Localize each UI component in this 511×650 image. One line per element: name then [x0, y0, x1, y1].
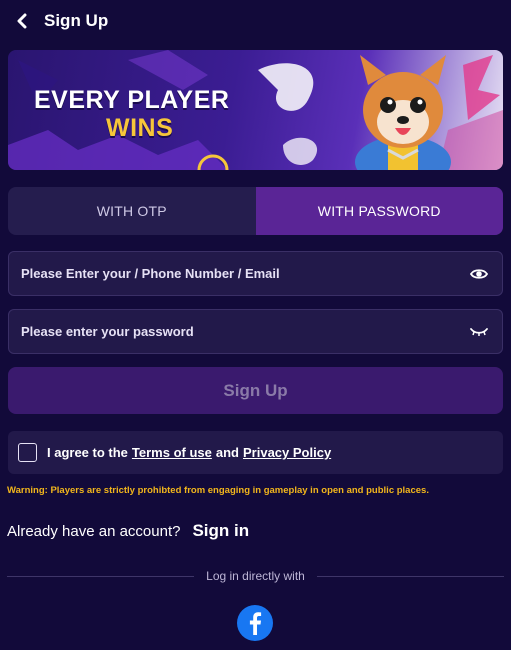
agree-checkbox[interactable] — [18, 443, 37, 462]
eye-icon[interactable] — [468, 266, 490, 282]
agree-prefix: I agree to the — [47, 445, 128, 460]
back-button[interactable] — [12, 11, 32, 31]
privacy-policy-link[interactable]: Privacy Policy — [243, 445, 331, 460]
banner-headline: EVERY PLAYER — [34, 86, 230, 114]
warning-text: Warning: Players are strictly prohibted … — [7, 485, 429, 496]
account-prompt-text: Already have an account? — [7, 522, 181, 540]
facebook-icon — [249, 612, 262, 635]
login-method-tabs: WITH OTP WITH PASSWORD — [8, 187, 503, 235]
divider-line-right — [316, 575, 504, 577]
terms-of-use-link[interactable]: Terms of use — [132, 445, 212, 460]
banner-subheadline: WINS — [106, 114, 174, 142]
tab-with-otp[interactable]: WITH OTP — [8, 187, 256, 235]
sign-in-link[interactable]: Sign in — [192, 521, 249, 541]
terms-agreement: I agree to the Terms of use and Privacy Pol… — [8, 431, 503, 474]
sign-up-button[interactable]: Sign Up — [8, 367, 503, 414]
social-divider: Log in directly with — [7, 568, 504, 584]
account-prompt: Already have an account? Sign in — [7, 521, 249, 541]
password-input[interactable] — [21, 324, 468, 339]
tab-with-password[interactable]: WITH PASSWORD — [255, 187, 503, 235]
header: Sign Up — [0, 0, 511, 42]
promo-banner[interactable]: EVERY PLAYER WINS — [8, 50, 503, 170]
agree-text: I agree to the Terms of use and Privacy Pol… — [47, 445, 331, 460]
facebook-login-button[interactable] — [237, 605, 273, 641]
account-input[interactable] — [21, 266, 468, 281]
agree-conjunction: and — [215, 445, 239, 460]
chevron-left-icon — [17, 13, 27, 29]
divider-line-left — [7, 575, 195, 577]
sign-up-page: Sign Up EVERY PLAYER WINS WITH OTP WITH … — [0, 0, 511, 650]
eye-closed-icon[interactable] — [468, 324, 490, 340]
password-field — [8, 309, 503, 354]
account-field — [8, 251, 503, 296]
divider-label: Log in directly with — [206, 569, 305, 583]
page-title: Sign Up — [44, 11, 109, 30]
